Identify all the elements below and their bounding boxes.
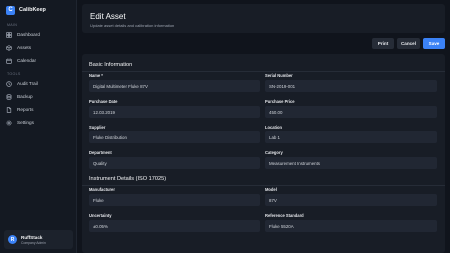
manufacturer-label: Manufacturer (89, 187, 115, 192)
sidebar-item-assets[interactable]: Assets (6, 43, 70, 52)
avatar: R (8, 235, 17, 244)
section-title-instrument: Instrument Details (ISO 17025) (89, 176, 167, 182)
sidebar-item-label: Calendar (17, 58, 37, 63)
print-button[interactable]: Print (372, 38, 394, 49)
database-icon (6, 93, 12, 100)
uncertainty-label: Uncertainty (89, 213, 112, 218)
user-name: RuffStack (21, 234, 43, 240)
category-field[interactable]: Measurement Instruments (265, 157, 437, 169)
sidebar-item-settings[interactable]: Settings (6, 118, 70, 127)
sidebar-item-calendar[interactable]: Calendar (6, 56, 70, 65)
sidebar-item-backup[interactable]: Backup (6, 92, 70, 101)
purchase-date-field[interactable]: 12.03.2019 (89, 106, 260, 118)
document-icon (6, 106, 12, 113)
sidebar-item-reports[interactable]: Reports (6, 105, 70, 114)
purchase-price-label: Purchase Price (265, 99, 295, 104)
supplier-field[interactable]: Fluke Distribution (89, 131, 260, 143)
sidebar: C CalibKeep MAIN Dashboard Assets Calend… (0, 0, 77, 253)
section-title-basic: Basic Information (89, 62, 133, 68)
sidebar-item-label: Reports (17, 107, 34, 112)
name-label: Name * (89, 73, 103, 78)
reference-standard-field[interactable]: Fluke 5520A (265, 220, 437, 232)
category-label: Category (265, 150, 283, 155)
sidebar-item-label: Settings (17, 120, 34, 125)
department-field[interactable]: Quality (89, 157, 260, 169)
purchase-date-label: Purchase Date (89, 99, 118, 104)
reference-standard-label: Reference Standard (265, 213, 304, 218)
purchase-price-field[interactable]: 450.00 (265, 106, 437, 118)
divider (82, 185, 445, 186)
sidebar-item-label: Audit Trail (17, 81, 38, 86)
page-subtitle: Update asset details and calibration inf… (90, 23, 175, 28)
app-logo-icon: C (6, 5, 15, 15)
page-header: Edit Asset Update asset details and cali… (82, 4, 445, 33)
divider (82, 71, 445, 72)
uncertainty-field[interactable]: ±0.05% (89, 220, 260, 232)
page-title: Edit Asset (90, 12, 126, 21)
location-label: Location (265, 125, 283, 130)
app-name: CalibKeep (19, 7, 46, 13)
sidebar-item-label: Backup (17, 94, 33, 99)
grid-icon (6, 31, 12, 38)
sidebar-item-audit-trail[interactable]: Audit Trail (6, 79, 70, 88)
serial-number-field[interactable]: SN-2019-001 (265, 80, 437, 92)
nav-section-main: MAIN (7, 23, 18, 27)
nav-section-tools: TOOLS (7, 72, 21, 76)
sidebar-item-label: Assets (17, 45, 32, 50)
supplier-label: Supplier (89, 125, 106, 130)
cancel-button[interactable]: Cancel (397, 38, 420, 49)
sidebar-item-label: Dashboard (17, 32, 40, 37)
user-role: Company Admin (21, 240, 46, 245)
model-field[interactable]: 87V (265, 194, 437, 206)
save-button[interactable]: Save (423, 38, 445, 49)
calendar-icon (6, 58, 12, 64)
box-icon (6, 44, 12, 51)
gear-icon (6, 119, 12, 126)
serial-number-label: Serial Number (265, 73, 293, 78)
model-label: Model (265, 187, 277, 192)
user-profile[interactable]: R RuffStack Company Admin (4, 230, 73, 249)
manufacturer-field[interactable]: Fluke (89, 194, 260, 206)
name-field[interactable]: Digital Multimeter Fluke 87V (89, 80, 260, 92)
asset-form: Basic Information Name * Digital Multime… (82, 54, 445, 253)
history-icon (6, 80, 12, 87)
sidebar-item-dashboard[interactable]: Dashboard (6, 30, 70, 39)
brand[interactable]: C CalibKeep (6, 5, 46, 15)
location-field[interactable]: Lab 1 (265, 131, 437, 143)
department-label: Department (89, 150, 112, 155)
